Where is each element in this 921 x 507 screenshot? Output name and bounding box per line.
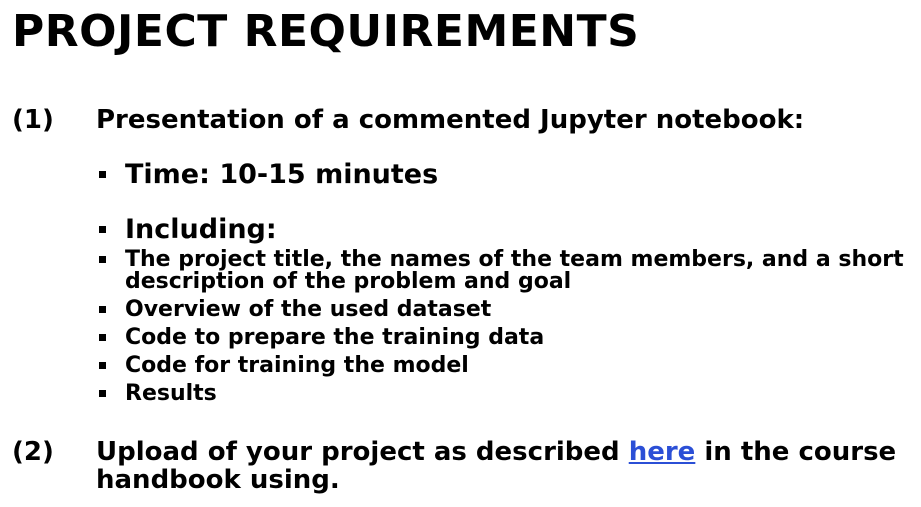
requirement-2-number: (2): [12, 437, 54, 467]
bullet-icon: [99, 171, 106, 178]
bullet-icon: [99, 362, 106, 369]
included-item-prepare-data: Code to prepare the training data: [125, 325, 545, 350]
requirement-1-number: (1): [12, 105, 54, 135]
requirement-1-text: Presentation of a commented Jupyter note…: [96, 105, 805, 135]
including-item: Including:: [125, 214, 277, 245]
included-item-results: Results: [125, 381, 217, 406]
bullet-icon: [99, 306, 106, 313]
bullet-icon: [99, 390, 106, 397]
slide-title: PROJECT REQUIREMENTS: [12, 6, 640, 57]
bullet-icon: [99, 226, 106, 233]
requirement-2-text: Upload of your project as described here…: [96, 438, 916, 494]
bullet-icon: [99, 256, 106, 263]
included-item-project-title: The project title, the names of the team…: [125, 247, 904, 294]
time-item: Time: 10-15 minutes: [125, 159, 439, 190]
included-item-dataset: Overview of the used dataset: [125, 297, 492, 322]
bullet-icon: [99, 334, 106, 341]
requirement-2-text-before-link: Upload of your project as described: [96, 437, 629, 467]
included-item-training: Code for training the model: [125, 353, 469, 378]
handbook-link[interactable]: here: [629, 437, 696, 467]
